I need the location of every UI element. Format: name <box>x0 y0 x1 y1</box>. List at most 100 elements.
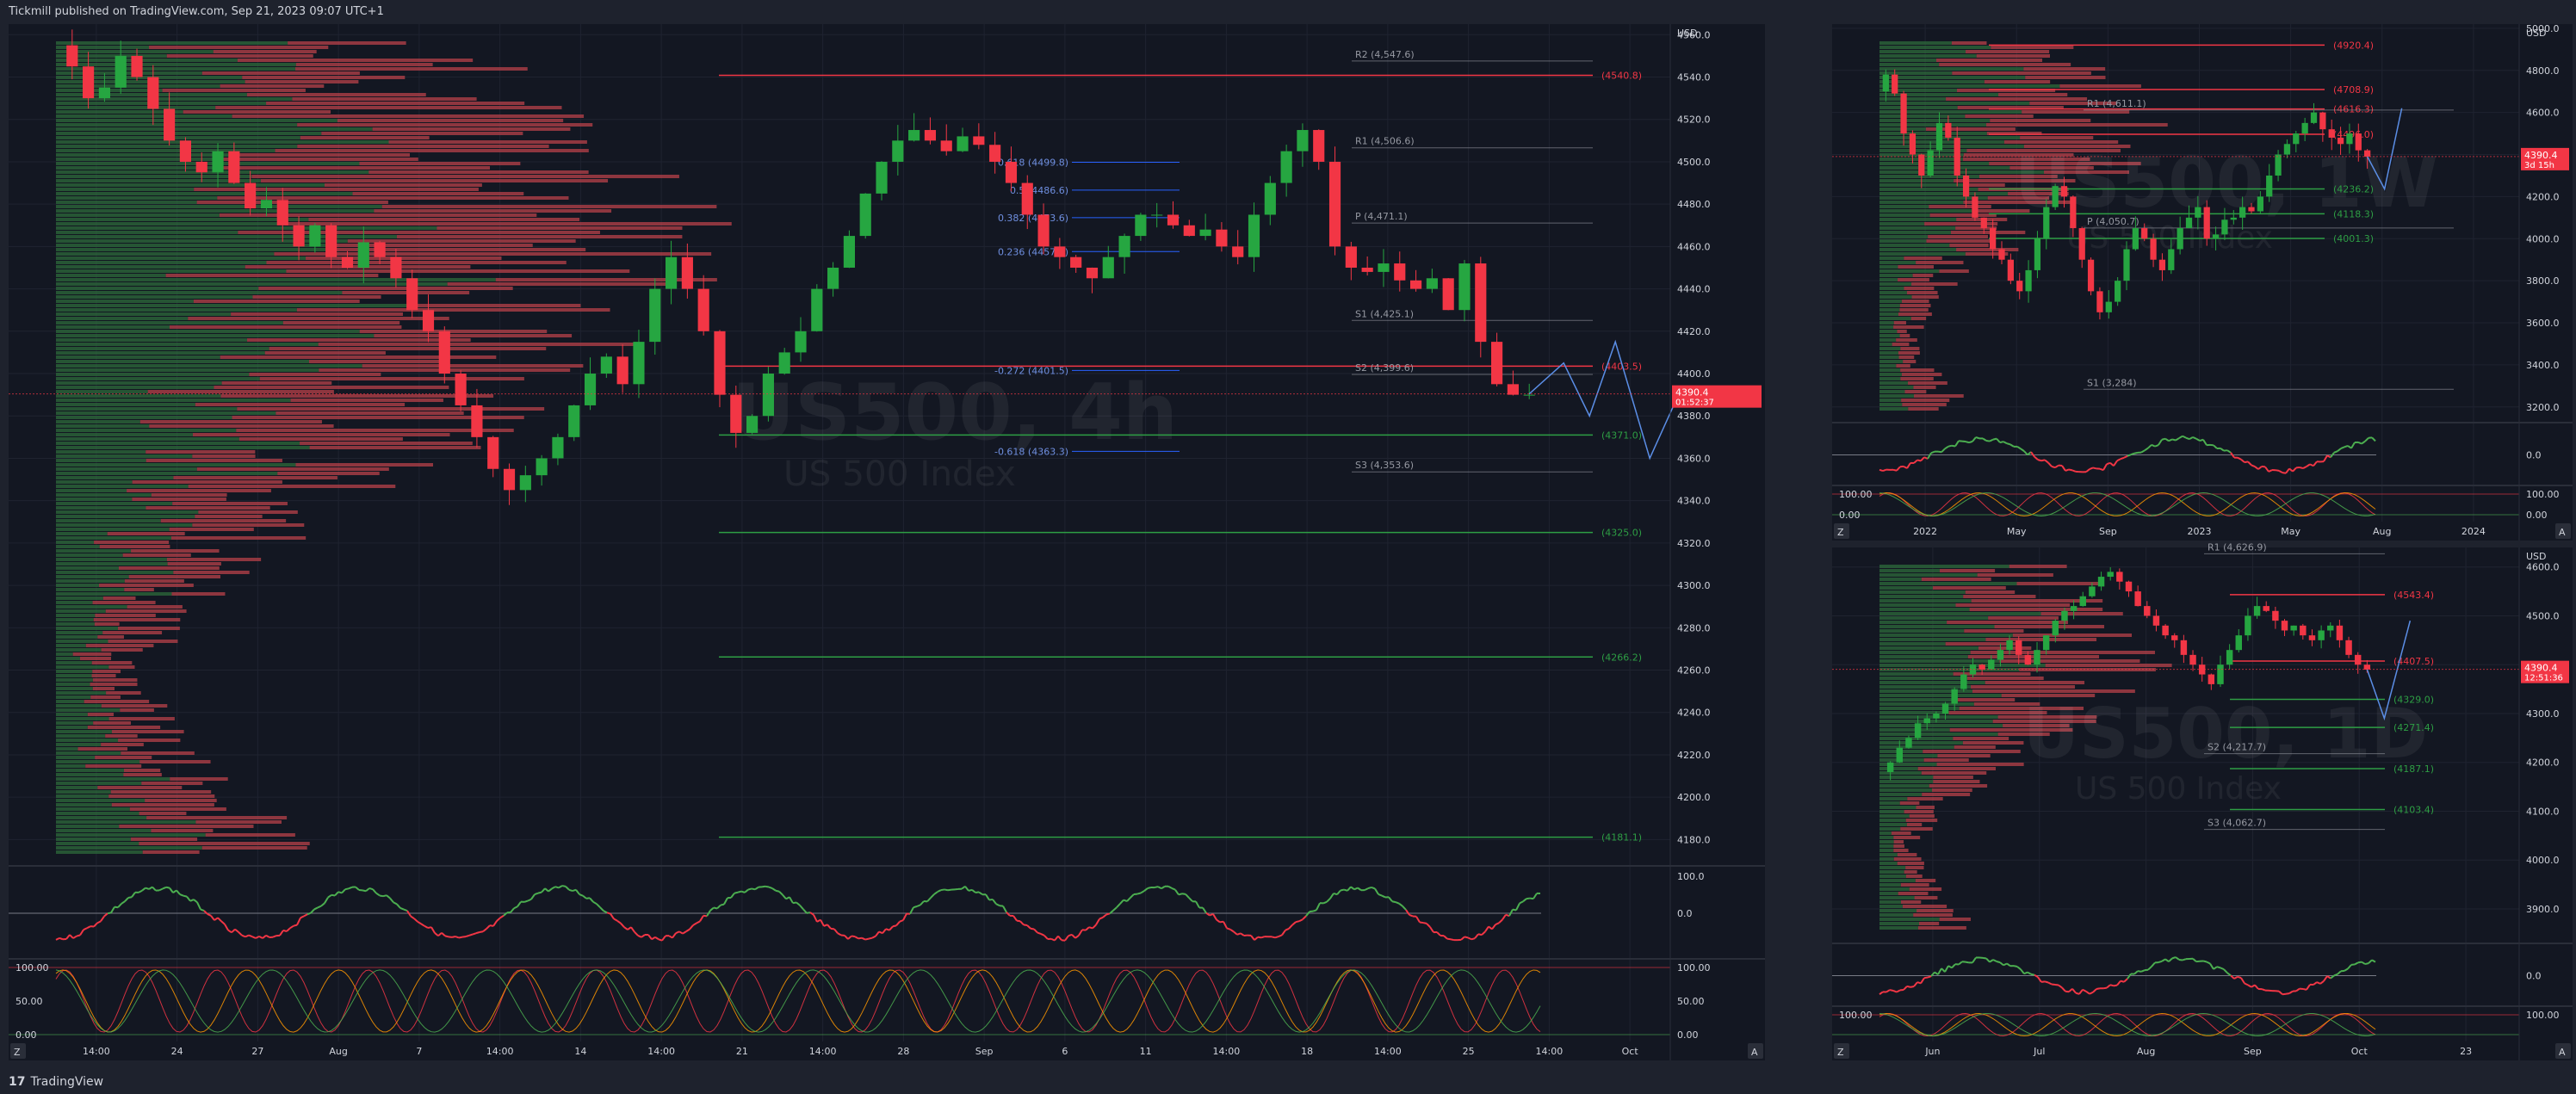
candle-body <box>2364 150 2371 157</box>
volume-profile-bar-up <box>56 373 250 376</box>
volume-profile-bar-down <box>1900 368 1935 372</box>
rsi-line-segment <box>740 890 746 893</box>
candle-body <box>2015 640 2022 655</box>
chart-workspace[interactable]: 14:00 24 27 Aug 7 14:00 14 14:00 21 14:00 28 Sep 6 11… <box>0 0 2576 1094</box>
volume-profile-bar-down <box>1922 793 1971 796</box>
volume-profile-bar-up <box>1879 252 1966 256</box>
volume-profile-bar-up <box>1879 257 1904 260</box>
volume-profile-bar-down <box>1954 745 1996 749</box>
volume-profile-bar-up <box>56 786 98 789</box>
volume-profile-bar-up <box>56 196 218 200</box>
candle-body <box>406 278 418 311</box>
rsi-line-segment <box>2275 469 2280 472</box>
volume-profile-bar-down <box>141 782 203 785</box>
volume-profile-bar-up <box>56 695 91 699</box>
volume-profile-bar-down <box>1963 595 2036 598</box>
volume-profile-bar-down <box>129 807 226 811</box>
volume-profile-bar-up <box>56 145 298 148</box>
volume-profile-bar-up <box>1879 300 1902 303</box>
rsi-line-segment <box>475 931 480 935</box>
rsi-line-segment <box>458 936 463 939</box>
volume-profile-bar-down <box>1916 261 1964 264</box>
volume-profile-bar-up <box>56 618 94 621</box>
x-tick-label: 14:00 <box>647 1046 675 1057</box>
rsi-line-segment <box>1178 893 1183 896</box>
volume-profile-bar-down <box>1902 905 1947 908</box>
candle-body <box>83 66 95 99</box>
volume-profile-bar-down <box>232 114 585 118</box>
volume-profile-bar-up <box>1879 698 1952 702</box>
y-tick-label: 4100.0 <box>2526 806 2560 817</box>
volume-profile-bar-up <box>1879 123 1987 127</box>
volume-profile-bar-down <box>1911 295 1939 299</box>
level-label: (4187.1) <box>2393 763 2434 775</box>
pivot-label: S2 (4,217.7) <box>2208 742 2266 753</box>
volume-profile-bar-up <box>56 489 127 492</box>
stoch-tick-label-left: 100.00 <box>15 962 49 973</box>
y-tick-label: 4340.0 <box>1677 496 1711 507</box>
candle-body <box>2034 238 2041 270</box>
rsi-line-segment <box>461 936 467 938</box>
candle-body <box>2195 207 2201 218</box>
volume-profile-bar-up <box>56 368 319 372</box>
y-tick-label: 4200.0 <box>2526 191 2560 202</box>
volume-profile-bar-down <box>131 837 198 841</box>
volume-profile-bar-down <box>1893 849 1909 852</box>
volume-profile-bar-up <box>56 102 267 105</box>
volume-profile-bar-down <box>1955 603 2071 607</box>
currency-label: USD <box>1677 28 1698 39</box>
volume-profile-bar-up <box>56 420 140 423</box>
y-tick-label: 3800.0 <box>2526 275 2560 287</box>
volume-profile-bar-up <box>1879 355 1899 359</box>
candle-body <box>1978 664 1985 670</box>
volume-profile-bar-up <box>1879 634 2013 637</box>
price-badge-countdown: 12:51:36 <box>2524 674 2563 683</box>
y-tick-label: 4520.0 <box>1677 114 1711 126</box>
rsi-line-segment <box>2182 958 2187 961</box>
x-tick-label: 6 <box>1062 1046 1068 1057</box>
volume-profile-bar-up <box>56 829 152 832</box>
rsi-line-segment <box>479 930 484 934</box>
volume-profile-bar-down <box>120 708 154 712</box>
volume-profile-bar-down <box>151 493 227 497</box>
x-tick-label: 11 <box>1140 1046 1152 1057</box>
candle-body <box>2281 621 2288 631</box>
volume-profile-bar-up <box>56 347 269 350</box>
rsi-line-segment <box>1889 989 1894 992</box>
volume-profile-bar-down <box>1923 758 1969 762</box>
volume-profile-bar-down <box>2012 634 2133 637</box>
volume-profile-bar-down <box>1900 347 1920 350</box>
volume-profile-bar-up <box>56 820 196 824</box>
volume-profile-bar-down <box>2022 110 2130 114</box>
x-tick-label: Aug <box>2373 526 2391 537</box>
rsi-line-segment <box>1947 444 1953 448</box>
volume-profile-bar-down <box>1913 394 1964 398</box>
volume-profile-bar-up <box>56 59 238 62</box>
volume-profile-bar-up <box>1879 386 1914 389</box>
volume-profile-bar-up <box>56 743 102 746</box>
volume-profile-bar-down <box>1901 300 1929 303</box>
volume-profile-bar-up <box>1879 836 1894 839</box>
y-tick-label: 4200.0 <box>1677 792 1711 803</box>
rsi-line-segment <box>2261 988 2266 992</box>
volume-profile-bar-down <box>251 175 679 178</box>
volume-profile-bar-down <box>1904 390 1927 393</box>
rsi-line-segment <box>183 894 188 898</box>
volume-profile-bar-up <box>1879 317 1911 320</box>
stoch-tick-label-left: 0.00 <box>15 1029 37 1041</box>
volume-profile-bar-down <box>166 558 262 561</box>
volume-profile-bar-down <box>1939 918 1971 921</box>
volume-profile-bar-down <box>1898 892 1929 895</box>
candle-body <box>1935 122 1943 151</box>
volume-profile-bar-up <box>56 566 119 570</box>
volume-profile-bar-up <box>1879 887 1910 891</box>
y-tick-label: 4500.0 <box>1677 157 1711 168</box>
tradingview-brand[interactable]: 17 TradingView <box>9 1071 103 1094</box>
volume-profile-bar-up <box>1879 84 2060 88</box>
volume-profile-bar-down <box>93 618 181 621</box>
rsi-line-segment <box>775 889 780 893</box>
volume-profile-bar-up <box>56 114 232 118</box>
volume-profile-bar-up <box>1879 196 1988 200</box>
x-tick-label: 2022 <box>1913 526 1937 537</box>
volume-profile-bar-down <box>1898 351 1920 355</box>
